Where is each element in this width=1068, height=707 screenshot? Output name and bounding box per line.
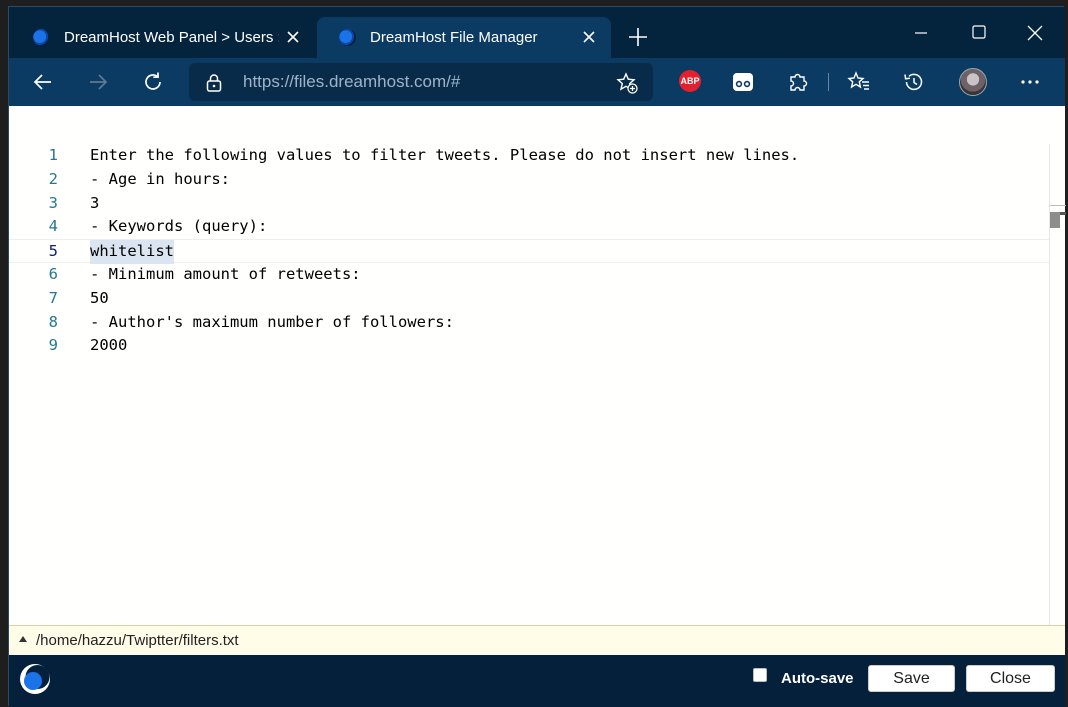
editor-line[interactable]: 7 50 (9, 287, 1049, 311)
autosave-label[interactable]: Auto-save (781, 670, 854, 687)
close-tab-icon[interactable] (285, 29, 301, 45)
new-tab-button[interactable] (626, 25, 650, 49)
line-text: - Age in hours: (90, 169, 230, 188)
autosave-checkbox[interactable] (753, 668, 767, 682)
back-button[interactable] (29, 68, 57, 96)
browser-toolbar: https://files.dreamhost.com/# ABP (9, 58, 1065, 106)
tab-title: DreamHost Web Panel > Users : (64, 29, 279, 46)
maximize-button[interactable] (967, 21, 991, 45)
dreamhost-logo-icon (19, 663, 51, 695)
puzzle-icon (790, 73, 808, 91)
editor-line[interactable]: 4 - Keywords (query): (9, 215, 1049, 239)
forward-button[interactable] (84, 68, 112, 96)
favorites-button[interactable] (845, 68, 873, 96)
line-text: 50 (90, 288, 109, 307)
scrollbar-cursor-marker (1060, 212, 1066, 215)
editor-line-current[interactable]: 5 whitelist (9, 239, 1049, 264)
caret-up-icon[interactable] (19, 636, 27, 642)
minimize-icon (915, 32, 927, 34)
adblock-plus-icon[interactable]: ABP (679, 70, 701, 92)
editor-line[interactable]: 1 Enter the following values to filter tw… (9, 144, 1049, 168)
profile-avatar[interactable] (959, 68, 987, 96)
line-number: 8 (48, 312, 58, 331)
maximize-icon (972, 25, 986, 39)
toolbar-separator (828, 73, 829, 91)
scrollbar-thumb[interactable] (1050, 212, 1060, 228)
save-button[interactable]: Save (868, 665, 955, 692)
add-favorite-icon[interactable] (615, 71, 639, 100)
extensions-button[interactable] (784, 68, 812, 96)
more-menu-button[interactable] (1016, 68, 1044, 96)
line-text: - Minimum amount of retweets: (90, 264, 361, 283)
window-close-button[interactable] (1023, 21, 1047, 45)
url-host: https://files.dreamhost.com/ (243, 72, 451, 91)
code-editor[interactable]: 1 Enter the following values to filter tw… (9, 144, 1049, 624)
dreamhost-favicon-icon (339, 29, 356, 46)
line-number: 7 (48, 288, 58, 307)
url-hash: # (450, 72, 461, 91)
history-button[interactable] (900, 68, 928, 96)
line-number: 9 (48, 336, 58, 355)
line-text: Enter the following values to filter twe… (90, 146, 800, 164)
line-number: 4 (48, 217, 58, 236)
editor-line[interactable]: 8 - Author's maximum number of followers: (9, 311, 1049, 335)
lock-icon[interactable] (205, 73, 223, 98)
status-bar: /home/hazzu/Twiptter/filters.txt (9, 625, 1065, 655)
minimize-button[interactable] (909, 21, 933, 45)
tab-web-panel[interactable]: DreamHost Web Panel > Users : (11, 17, 315, 58)
file-editor: 1 Enter the following values to filter tw… (9, 106, 1066, 625)
line-number: 2 (48, 169, 58, 188)
scrollbar-ruler (1050, 205, 1066, 206)
line-text-selected: whitelist (90, 240, 174, 264)
history-icon (904, 73, 923, 91)
plus-icon (629, 28, 647, 46)
refresh-button[interactable] (139, 68, 167, 96)
dreamhost-favicon-icon (33, 29, 50, 46)
editor-line[interactable]: 9 2000 (9, 334, 1049, 358)
close-tab-icon[interactable] (581, 29, 597, 45)
editor-line[interactable]: 6 - Minimum amount of retweets: (9, 263, 1049, 287)
file-path: /home/hazzu/Twiptter/filters.txt (36, 632, 239, 649)
editor-line[interactable]: 2 - Age in hours: (9, 168, 1049, 192)
line-number: 6 (48, 264, 58, 283)
editor-footer: Auto-save Save Close (9, 655, 1065, 707)
extension-glasses-button[interactable] (729, 68, 757, 96)
tab-strip: DreamHost Web Panel > Users : DreamHost … (9, 7, 1065, 58)
arrow-left-icon (33, 74, 51, 90)
close-button[interactable]: Close (966, 665, 1055, 692)
address-bar[interactable]: https://files.dreamhost.com/# (189, 63, 653, 101)
favorites-star-icon (847, 71, 869, 90)
line-text: - Author's maximum number of followers: (90, 312, 454, 331)
tab-file-manager[interactable]: DreamHost File Manager (317, 17, 611, 58)
editor-scrollbar[interactable] (1049, 144, 1066, 625)
editor-line[interactable]: 33 (9, 192, 1049, 216)
url-text[interactable]: https://files.dreamhost.com/# (243, 72, 460, 92)
refresh-icon (145, 72, 161, 90)
browser-window: DreamHost Web Panel > Users : DreamHost … (8, 6, 1066, 707)
line-text: - Keywords (query): (90, 217, 268, 236)
arrow-right-icon (90, 74, 108, 90)
line-text: 3 (90, 193, 100, 212)
line-number: 3 (48, 193, 58, 212)
tab-title: DreamHost File Manager (370, 29, 538, 46)
line-number: 5 (48, 242, 58, 261)
more-dots-icon (1021, 80, 1039, 84)
glasses-icon (733, 73, 753, 91)
line-number: 1 (48, 146, 58, 164)
close-icon (1027, 25, 1043, 41)
line-text: 2000 (90, 336, 128, 355)
